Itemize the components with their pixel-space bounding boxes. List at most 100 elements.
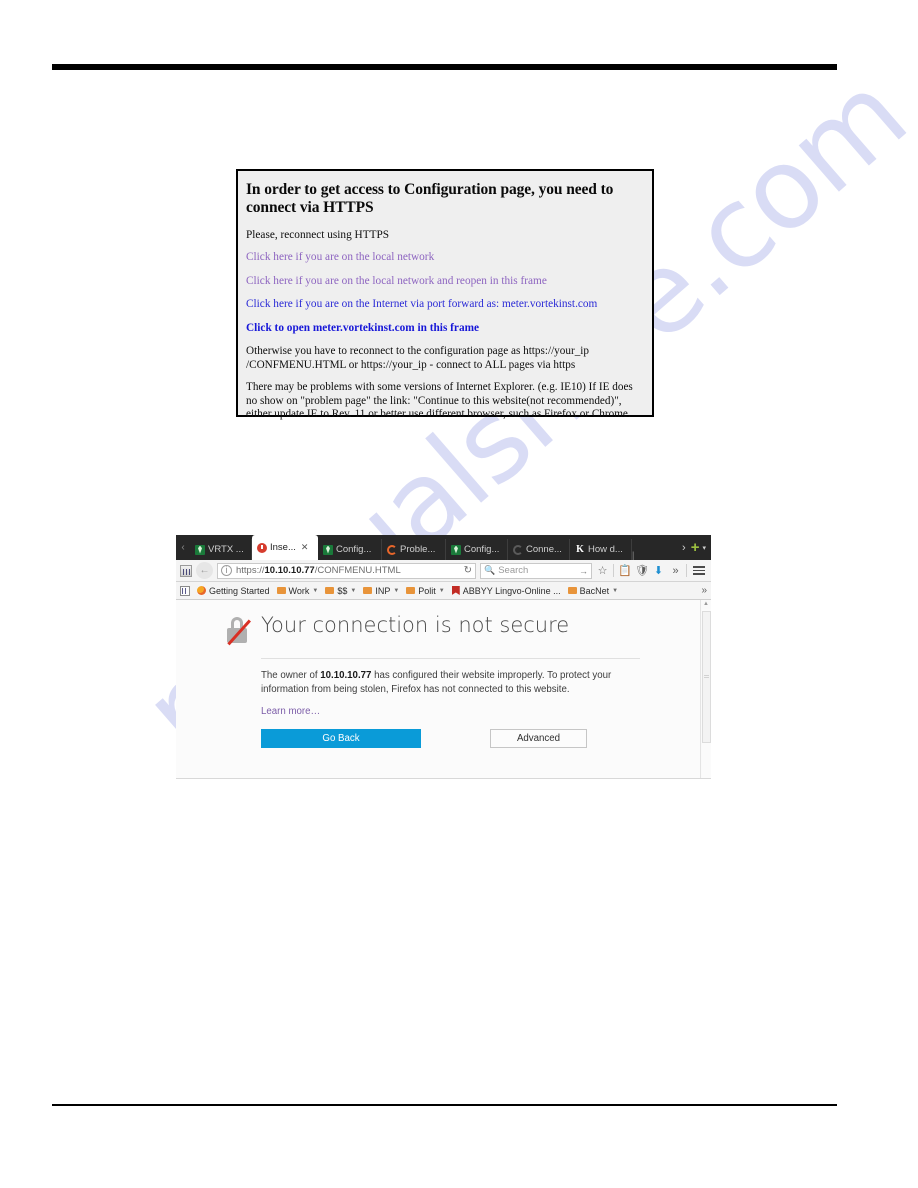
bookmark-label: Work bbox=[288, 585, 310, 596]
chevron-down-icon: ▼ bbox=[393, 587, 400, 594]
sidebar-toggle-icon[interactable] bbox=[180, 564, 192, 577]
tab-partial-clipped[interactable]: | bbox=[632, 550, 638, 560]
scrollbar-track[interactable] bbox=[701, 609, 711, 778]
back-button[interactable]: ← bbox=[196, 562, 213, 579]
toolbar-divider bbox=[613, 564, 614, 577]
error-header: Your connection is not secure bbox=[225, 613, 700, 647]
notice-paragraph-otherwise: Otherwise you have to reconnect to the c… bbox=[246, 345, 589, 371]
bookmark-label: Getting Started bbox=[209, 585, 270, 596]
chevron-down-icon: ▼ bbox=[312, 587, 319, 594]
bookmark-getting-started[interactable]: Getting Started bbox=[197, 586, 270, 596]
bookmark-label: ABBYY Lingvo-Online ... bbox=[462, 585, 561, 596]
menu-icon[interactable] bbox=[691, 566, 707, 575]
chevron-down-icon: ▼ bbox=[438, 587, 445, 594]
link-local-network-frame[interactable]: Click here if you are on the local netwo… bbox=[246, 275, 643, 289]
scroll-up-arrow-icon[interactable]: ▲ bbox=[703, 600, 709, 609]
tab-problem[interactable]: Proble... bbox=[382, 539, 446, 560]
navigation-toolbar: ← i https://10.10.10.77/CONFMENU.HTML ↻ … bbox=[176, 560, 711, 582]
url-prefix: https:// bbox=[236, 565, 265, 576]
tab-label: Proble... bbox=[400, 544, 436, 555]
scrollbar-grip bbox=[703, 675, 709, 679]
star-icon[interactable]: ☆ bbox=[596, 564, 609, 577]
list-all-tabs-icon[interactable]: ▾ bbox=[702, 544, 706, 552]
pocket-icon[interactable]: 🛡 bbox=[635, 564, 649, 577]
bookmark-polit[interactable]: Polit ▼ bbox=[406, 585, 445, 596]
reload-icon[interactable]: ↻ bbox=[464, 565, 472, 576]
bookmark-work[interactable]: Work ▼ bbox=[276, 585, 319, 596]
bookmark-dollars[interactable]: $$ ▼ bbox=[325, 586, 356, 596]
notice-title: In order to get access to Configuration … bbox=[246, 181, 614, 217]
error-page: Your connection is not secure The owner … bbox=[176, 600, 700, 778]
page-content-area: Your connection is not secure The owner … bbox=[176, 600, 711, 778]
folder-icon bbox=[363, 587, 373, 594]
site-info-icon[interactable]: i bbox=[221, 565, 232, 576]
error-actions: Go Back Advanced bbox=[261, 729, 700, 749]
url-text: https://10.10.10.77/CONFMENU.HTML bbox=[236, 565, 460, 576]
search-icon: 🔍 bbox=[484, 565, 496, 575]
link-open-in-frame[interactable]: Click to open meter.vortekinst.com in th… bbox=[246, 322, 643, 336]
page-header-rule bbox=[52, 64, 837, 70]
bookmark-label: BacNet bbox=[579, 585, 610, 596]
tab-close-icon[interactable]: ✕ bbox=[301, 542, 309, 553]
folder-icon bbox=[276, 587, 286, 594]
tab-strip-controls: › + ▾ bbox=[680, 535, 711, 560]
advanced-button[interactable]: Advanced bbox=[490, 729, 587, 749]
tab-config-2[interactable]: Config... bbox=[446, 539, 508, 560]
tab-vrtx[interactable]: VRTX ... bbox=[190, 539, 252, 560]
overflow-icon[interactable]: » bbox=[669, 565, 682, 577]
link-local-network[interactable]: Click here if you are on the local netwo… bbox=[246, 251, 643, 265]
tab-label: VRTX ... bbox=[208, 544, 244, 555]
tab-insecure-active[interactable]: Inse... ✕ bbox=[252, 535, 318, 560]
bookmark-label: INP bbox=[375, 585, 391, 596]
vortek-icon bbox=[323, 544, 333, 555]
library-icon[interactable]: 📋 bbox=[618, 564, 632, 577]
search-placeholder: Search bbox=[498, 565, 529, 576]
vortek-icon bbox=[195, 544, 205, 555]
error-description: The owner of 10.10.10.77 has configured … bbox=[261, 669, 640, 697]
tab-scroll-right-icon[interactable]: › bbox=[680, 542, 688, 554]
folder-icon bbox=[567, 587, 577, 594]
bookmarks-sidebar-icon[interactable] bbox=[180, 585, 190, 596]
browser-bottom-edge bbox=[176, 778, 711, 779]
url-bar[interactable]: i https://10.10.10.77/CONFMENU.HTML ↻ bbox=[217, 562, 476, 579]
folder-icon bbox=[406, 587, 416, 594]
page-footer-rule bbox=[52, 1104, 837, 1106]
firefox-icon bbox=[197, 586, 206, 595]
tab-label: Conne... bbox=[526, 544, 562, 555]
error-body-prefix: The owner of bbox=[261, 670, 321, 681]
insecure-warning-icon bbox=[257, 542, 267, 553]
bookmark-inp[interactable]: INP ▼ bbox=[363, 586, 399, 596]
search-go-icon[interactable]: → bbox=[579, 566, 588, 576]
error-title: Your connection is not secure bbox=[261, 613, 570, 637]
new-tab-icon[interactable]: + bbox=[691, 540, 700, 555]
go-back-button[interactable]: Go Back bbox=[261, 729, 421, 749]
abbyy-icon bbox=[451, 586, 460, 595]
tab-label: Inse... bbox=[270, 542, 296, 553]
bookmark-label: Polit bbox=[418, 585, 436, 596]
tab-connection[interactable]: Conne... bbox=[508, 539, 570, 560]
bookmark-bacnet[interactable]: BacNet ▼ bbox=[567, 585, 618, 596]
firefox-browser-window: ‹ VRTX ... Inse... ✕ Config... Proble...… bbox=[176, 535, 711, 779]
vertical-scrollbar[interactable]: ▲ bbox=[700, 600, 711, 778]
tab-strip: ‹ VRTX ... Inse... ✕ Config... Proble...… bbox=[176, 535, 711, 560]
notice-paragraph-ie-problems: There may be problems with some versions… bbox=[246, 381, 633, 421]
tab-scroll-left-icon[interactable]: ‹ bbox=[176, 535, 190, 560]
bookmark-abbyy[interactable]: ABBYY Lingvo-Online ... bbox=[451, 585, 561, 596]
learn-more-link[interactable]: Learn more… bbox=[261, 706, 320, 717]
tab-label: How d... bbox=[588, 544, 623, 555]
broken-lock-icon bbox=[225, 617, 251, 647]
url-host: 10.10.10.77 bbox=[264, 565, 315, 576]
tab-howdo[interactable]: K How d... bbox=[570, 539, 632, 560]
notice-subtitle: Please, reconnect using HTTPS bbox=[246, 228, 390, 241]
error-divider bbox=[261, 658, 640, 659]
search-bar[interactable]: 🔍 Search → bbox=[480, 562, 592, 579]
toolbar-divider bbox=[686, 564, 687, 577]
chevron-down-icon: ▼ bbox=[350, 587, 357, 594]
tab-config-1[interactable]: Config... bbox=[318, 539, 382, 560]
bookmarks-overflow-icon[interactable]: » bbox=[701, 585, 707, 596]
error-body-host: 10.10.10.77 bbox=[320, 670, 372, 681]
downloads-icon[interactable]: ⬇ bbox=[652, 564, 665, 577]
link-internet-port-forward[interactable]: Click here if you are on the Internet vi… bbox=[246, 298, 643, 312]
tab-label: Config... bbox=[464, 544, 500, 555]
url-path: /CONFMENU.HTML bbox=[314, 565, 401, 576]
